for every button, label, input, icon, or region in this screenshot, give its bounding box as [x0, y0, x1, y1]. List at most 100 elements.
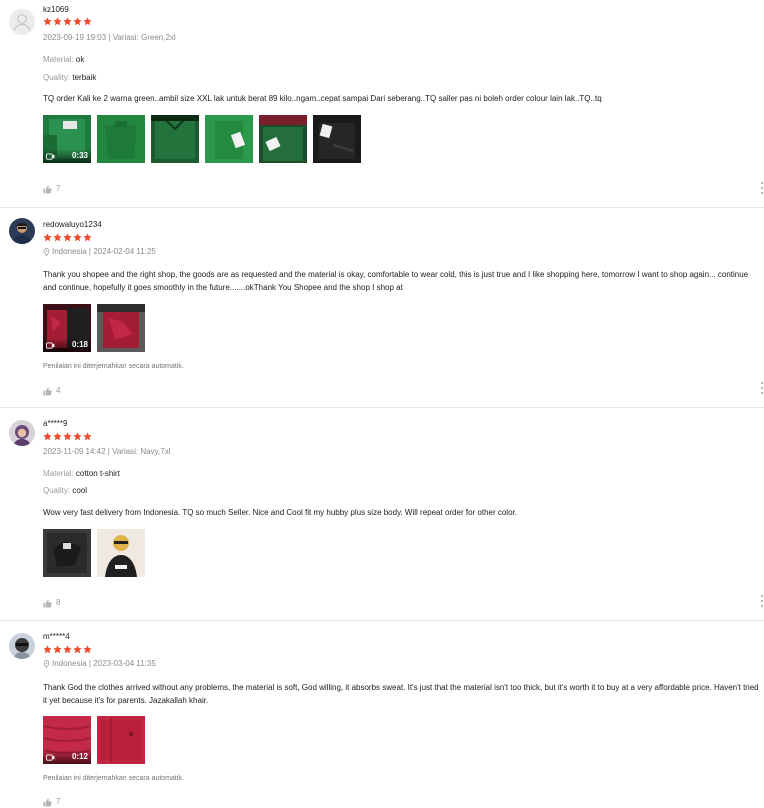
star-rating — [43, 432, 92, 442]
star-icon — [73, 17, 82, 26]
review-image-thumbnail[interactable] — [259, 115, 307, 163]
star-icon — [53, 17, 62, 26]
user-avatar[interactable] — [9, 633, 35, 659]
review-date-variation: 2023-11-09 14:42 | Variasi: Navy,7xl — [43, 447, 171, 456]
star-icon — [43, 17, 52, 26]
review-image-thumbnail[interactable] — [205, 115, 253, 163]
star-icon — [73, 645, 82, 654]
review-username[interactable]: m*****4 — [43, 632, 70, 642]
material-value: cotton t-shirt — [75, 469, 120, 478]
quality-value: cool — [72, 486, 88, 495]
review-image-thumbnail[interactable] — [97, 304, 145, 352]
star-icon — [63, 645, 72, 654]
quality-label: Quality: — [43, 73, 71, 82]
video-camera-icon — [46, 152, 55, 160]
star-icon — [83, 17, 92, 26]
default-user-icon[interactable] — [9, 9, 35, 35]
review-comment: Thank God the clothes arrived without an… — [43, 683, 759, 705]
review-image-thumbnail[interactable] — [97, 529, 145, 577]
review-comment: Wow very fast delivery from Indonesia. T… — [43, 508, 517, 517]
review-location-date: Indonesia | 2023-03-04 11:35 — [52, 659, 156, 668]
like-button[interactable]: 7 — [43, 797, 60, 807]
more-options-icon[interactable] — [760, 382, 764, 394]
review-item: m*****4 Indonesia | 2023-03-04 11:35 Tha… — [0, 621, 764, 808]
review-media: 0:12 — [43, 716, 145, 764]
location-pin-icon — [43, 248, 50, 256]
star-icon — [83, 432, 92, 441]
review-image-thumbnail[interactable] — [97, 115, 145, 163]
review-media: 0:33 — [43, 115, 361, 163]
review-media: 0:18 — [43, 304, 145, 352]
review-comment: TQ order Kali ke 2 warna green..ambil si… — [43, 94, 602, 103]
video-overlay: 0:12 — [43, 750, 91, 764]
like-count: 4 — [56, 386, 61, 395]
material-attribute: Material: cotton t-shirt — [43, 469, 120, 479]
star-icon — [43, 432, 52, 441]
like-button[interactable]: 7 — [43, 184, 60, 194]
star-rating — [43, 233, 92, 243]
material-label: Material: — [43, 469, 74, 478]
video-overlay: 0:33 — [43, 149, 91, 163]
review-username[interactable]: a*****9 — [43, 419, 67, 429]
star-icon — [53, 233, 62, 242]
star-icon — [83, 645, 92, 654]
review-meta: Indonesia | 2023-03-04 11:35 — [43, 659, 156, 669]
review-video-thumbnail[interactable]: 0:33 — [43, 115, 91, 163]
translated-note: Penilaian ini diterjemahkan secara autom… — [43, 775, 184, 782]
like-count: 7 — [56, 184, 61, 193]
star-icon — [73, 233, 82, 242]
like-button[interactable]: 8 — [43, 598, 60, 608]
more-options-icon[interactable] — [760, 182, 764, 194]
star-icon — [63, 17, 72, 26]
user-avatar[interactable] — [9, 218, 35, 244]
quality-label: Quality: — [43, 486, 71, 495]
thumbs-up-icon — [43, 798, 52, 807]
review-meta: 2023-09-19 19:03 | Variasi: Green,2xl — [43, 33, 176, 43]
review-item: kz1069 2023-09-19 19:03 | Variasi: Green… — [0, 0, 764, 208]
video-overlay: 0:18 — [43, 338, 91, 352]
quality-value: terbaik — [72, 73, 97, 82]
review-image-thumbnail[interactable] — [151, 115, 199, 163]
video-duration: 0:33 — [71, 151, 88, 160]
location-pin-icon — [43, 660, 50, 668]
material-label: Material: — [43, 55, 74, 64]
star-icon — [63, 233, 72, 242]
star-icon — [43, 645, 52, 654]
quality-attribute: Quality: terbaik — [43, 73, 96, 83]
review-date-variation: 2023-09-19 19:03 | Variasi: Green,2xl — [43, 33, 176, 42]
review-item: a*****9 2023-11-09 14:42 | Variasi: Navy… — [0, 408, 764, 621]
review-image-thumbnail[interactable] — [43, 529, 91, 577]
review-video-thumbnail[interactable]: 0:18 — [43, 304, 91, 352]
video-camera-icon — [46, 341, 55, 349]
more-options-icon[interactable] — [760, 595, 764, 607]
star-icon — [83, 233, 92, 242]
thumbs-up-icon — [43, 185, 52, 194]
user-avatar[interactable] — [9, 420, 35, 446]
review-meta: 2023-11-09 14:42 | Variasi: Navy,7xl — [43, 447, 170, 457]
star-icon — [53, 645, 62, 654]
review-video-thumbnail[interactable]: 0:12 — [43, 716, 91, 764]
like-button[interactable]: 4 — [43, 386, 60, 396]
review-item: redowaluyo1234 Indonesia | 2024-02-04 11… — [0, 208, 764, 408]
review-location-date: Indonesia | 2024-02-04 11:25 — [52, 247, 156, 256]
review-image-thumbnail[interactable] — [313, 115, 361, 163]
star-icon — [63, 432, 72, 441]
star-icon — [53, 432, 62, 441]
review-username[interactable]: redowaluyo1234 — [43, 220, 102, 230]
like-count: 7 — [56, 797, 61, 806]
review-username[interactable]: kz1069 — [43, 5, 69, 15]
material-value: ok — [75, 55, 85, 64]
like-count: 8 — [56, 598, 61, 607]
translated-note: Penilaian ini diterjemahkan secara autom… — [43, 363, 184, 370]
star-icon — [73, 432, 82, 441]
thumbs-up-icon — [43, 599, 52, 608]
star-rating — [43, 645, 92, 655]
review-meta: Indonesia | 2024-02-04 11:25 — [43, 247, 156, 257]
video-duration: 0:12 — [71, 752, 88, 761]
thumbs-up-icon — [43, 387, 52, 396]
video-camera-icon — [46, 753, 55, 761]
review-image-thumbnail[interactable] — [97, 716, 145, 764]
star-icon — [43, 233, 52, 242]
quality-attribute: Quality: cool — [43, 486, 87, 496]
star-rating — [43, 17, 92, 27]
